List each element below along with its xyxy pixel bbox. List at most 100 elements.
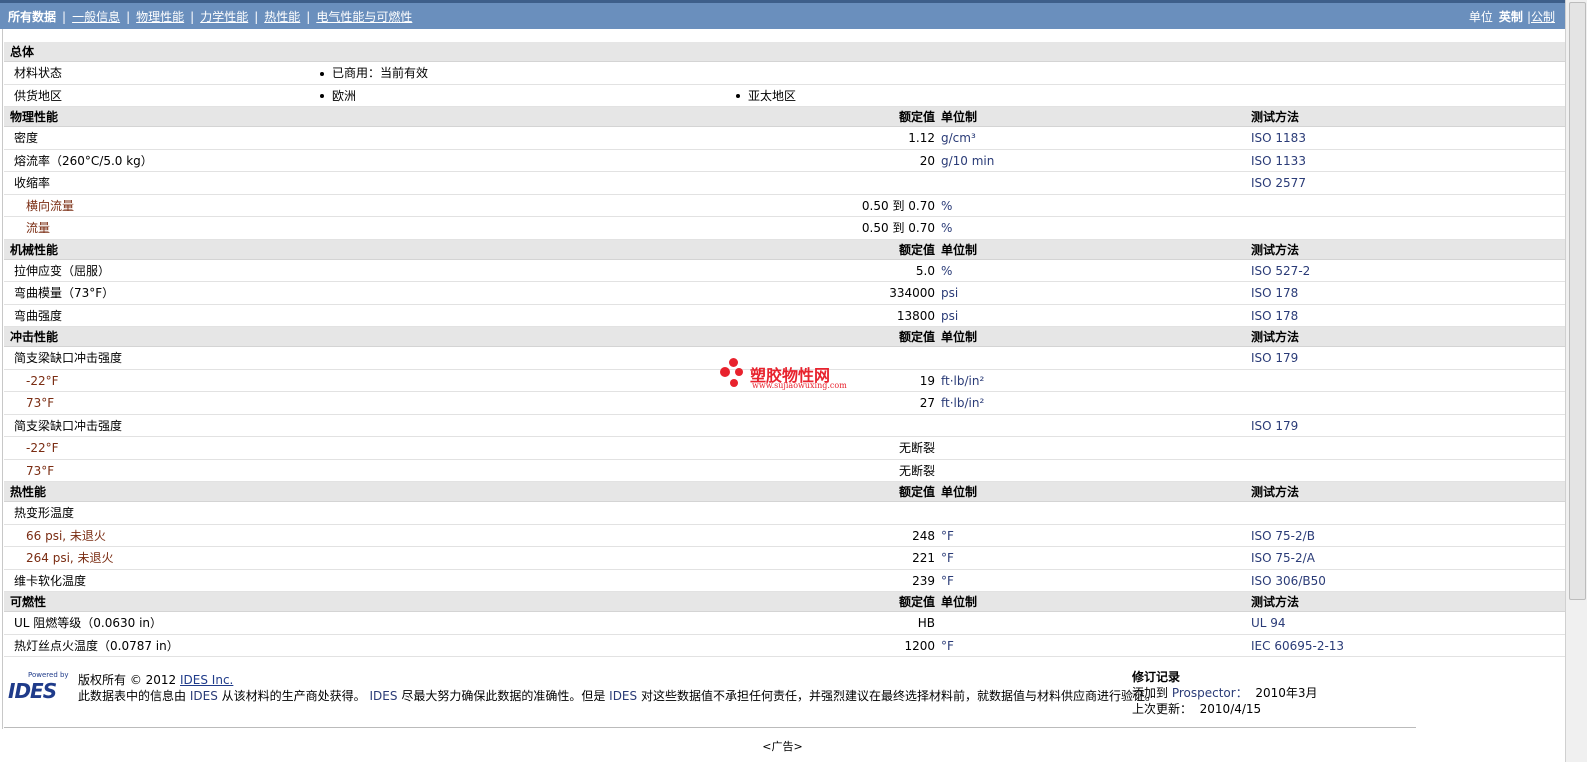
- disclaimer: 此数据表中的信息由 IDES 从该材料的生产商处获得。 IDES 尽最大努力确保…: [78, 689, 1157, 703]
- property-name: 73°F: [26, 396, 55, 410]
- property-name: 66 psi, 未退火: [26, 528, 106, 543]
- property-name: 密度: [14, 131, 39, 145]
- property-name: 熔流率（260°C/5.0 kg）: [14, 153, 153, 168]
- table-row: 热变形温度: [4, 502, 1565, 525]
- section-title: 热性能: [10, 485, 47, 499]
- row-label: 供货地区: [14, 88, 63, 103]
- test-method: ISO 527-2: [1251, 263, 1311, 278]
- test-method: ISO 178: [1251, 308, 1299, 323]
- header-nominal: 额定值: [898, 330, 935, 344]
- vertical-scrollbar[interactable]: [1565, 0, 1587, 762]
- test-method: ISO 1133: [1251, 153, 1306, 168]
- powered-by-text: Powered by: [28, 671, 69, 679]
- unit-value: %: [941, 263, 953, 278]
- table-row: 密度 1.12 g/cm³ ISO 1183: [4, 127, 1565, 150]
- revision-added: 添加到 Prospector： 2010年3月: [1132, 686, 1318, 700]
- nominal-value: 0.50 到 0.70: [861, 198, 935, 213]
- unit-value: %: [941, 221, 953, 235]
- unit-switcher: 单位 英制 |公制: [1468, 10, 1555, 24]
- header-unit: 单位制: [941, 110, 978, 124]
- nominal-value: 无断裂: [898, 441, 935, 455]
- table-row: 流量 0.50 到 0.70%: [4, 217, 1565, 240]
- header-method: 测试方法: [1251, 110, 1300, 124]
- unit-value: °F: [941, 573, 954, 588]
- unit-value: %: [941, 198, 953, 213]
- table-row: 热灯丝点火温度（0.0787 in） 1200 °F IEC 60695-2-13: [4, 635, 1565, 657]
- copyright: 版权所有 © 2012 IDES Inc.: [78, 673, 234, 687]
- section-header: 物理性能 额定值 单位制 测试方法: [4, 107, 1565, 127]
- row-label: 材料状态: [14, 66, 63, 80]
- table-row: 熔流率（260°C/5.0 kg） 20 g/10 min ISO 1133: [4, 150, 1565, 172]
- nominal-value: 27: [919, 396, 935, 410]
- test-method: ISO 75-2/A: [1251, 551, 1315, 565]
- table-row: 收缩率 ISO 2577: [4, 172, 1565, 195]
- section-title: 机械性能: [10, 242, 59, 257]
- header-nominal: 额定值: [898, 110, 935, 124]
- unit-value: ft·lb/in²: [941, 373, 985, 388]
- table-row: 拉伸应变（屈服） 5.0% ISO 527-2: [4, 260, 1565, 282]
- property-name: -22°F: [26, 373, 59, 388]
- tab-thermal[interactable]: 热性能: [264, 10, 300, 24]
- unit-metric-link[interactable]: 公制: [1531, 10, 1555, 24]
- property-name: 流量: [26, 221, 51, 235]
- ad-placeholder: <广告>: [762, 740, 803, 753]
- bullet-icon: [320, 71, 324, 76]
- section-title: 可燃性: [10, 595, 47, 609]
- unit-value: psi: [941, 286, 959, 300]
- section-title: 冲击性能: [10, 330, 59, 344]
- nominal-value: 334000: [889, 286, 935, 300]
- section-title: 物理性能: [10, 110, 59, 124]
- test-method: IEC 60695-2-13: [1251, 638, 1345, 653]
- test-method: ISO 178: [1251, 286, 1299, 300]
- test-method: ISO 75-2/B: [1251, 528, 1315, 543]
- nominal-value: 无断裂: [898, 463, 935, 478]
- footer: Powered by IDES 版权所有 © 2012 IDES Inc. 此数…: [4, 665, 1416, 728]
- unit-value: g/cm³: [941, 131, 976, 145]
- property-name: 维卡软化温度: [14, 573, 87, 588]
- section-header: 热性能 额定值 单位制 测试方法: [4, 482, 1565, 502]
- scrollbar-thumb[interactable]: [1569, 2, 1586, 600]
- nominal-value: 1200: [904, 638, 935, 653]
- table-row: UL 阻燃等级（0.0630 in） HB UL 94: [4, 612, 1565, 635]
- property-name: 拉伸应变（屈服）: [14, 263, 111, 278]
- table-row: 供货地区 欧洲 亚太地区: [4, 85, 1565, 107]
- property-name: 横向流量: [26, 198, 75, 213]
- nominal-value: 0.50 到 0.70: [861, 221, 935, 235]
- table-row: 维卡软化温度 239 °F ISO 306/B50: [4, 570, 1565, 592]
- table-row: -22°F 无断裂: [4, 437, 1565, 460]
- tab-electrical-flammability[interactable]: 电气性能与可燃性: [316, 10, 412, 24]
- header-method: 测试方法: [1251, 595, 1300, 609]
- test-method: ISO 179: [1251, 418, 1299, 433]
- test-method: ISO 179: [1251, 351, 1299, 365]
- unit-value: °F: [941, 528, 954, 543]
- nominal-value: 19: [919, 373, 935, 388]
- table-row: 73°F 27 ft·lb/in²: [4, 392, 1565, 415]
- ides-logo-icon: IDES: [8, 679, 57, 703]
- property-name: 简支梁缺口冲击强度: [14, 351, 123, 365]
- table-row: 66 psi, 未退火 248 °F ISO 75-2/B: [4, 525, 1565, 547]
- unit-value: °F: [941, 638, 954, 653]
- nominal-value: HB: [917, 616, 935, 630]
- header-method: 测试方法: [1251, 242, 1300, 257]
- tab-physical[interactable]: 物理性能: [136, 10, 184, 24]
- section-header: 机械性能 额定值 单位制 测试方法: [4, 239, 1565, 260]
- unit-value: °F: [941, 551, 954, 565]
- nominal-value: 239: [912, 573, 935, 588]
- section-header: 可燃性 额定值 单位制 测试方法: [4, 592, 1565, 612]
- test-method: ISO 306/B50: [1251, 573, 1326, 588]
- bullet-value: 已商用：当前有效: [320, 62, 428, 85]
- nav-tabs: 所有数据 | 一般信息 | 物理性能 | 力学性能 | 热性能 | 电气性能与可燃性: [8, 10, 413, 24]
- unit-value: psi: [941, 308, 959, 323]
- tab-all-data[interactable]: 所有数据: [8, 10, 56, 24]
- ides-company-link[interactable]: IDES Inc.: [180, 673, 233, 687]
- property-name: 264 psi, 未退火: [26, 551, 114, 565]
- top-nav-bar: 所有数据 | 一般信息 | 物理性能 | 力学性能 | 热性能 | 电气性能与可燃性 单位 英制 |公制: [0, 0, 1565, 29]
- nominal-value: 248: [912, 528, 935, 543]
- section-header: 冲击性能 额定值 单位制 测试方法: [4, 327, 1565, 347]
- tab-general-info[interactable]: 一般信息: [72, 10, 120, 24]
- property-name: 热灯丝点火温度（0.0787 in）: [14, 638, 179, 653]
- nominal-value: 5.0: [915, 263, 935, 278]
- nominal-value: 1.12: [908, 131, 935, 145]
- unit-imperial[interactable]: 英制: [1499, 10, 1523, 24]
- tab-mechanical[interactable]: 力学性能: [200, 10, 248, 24]
